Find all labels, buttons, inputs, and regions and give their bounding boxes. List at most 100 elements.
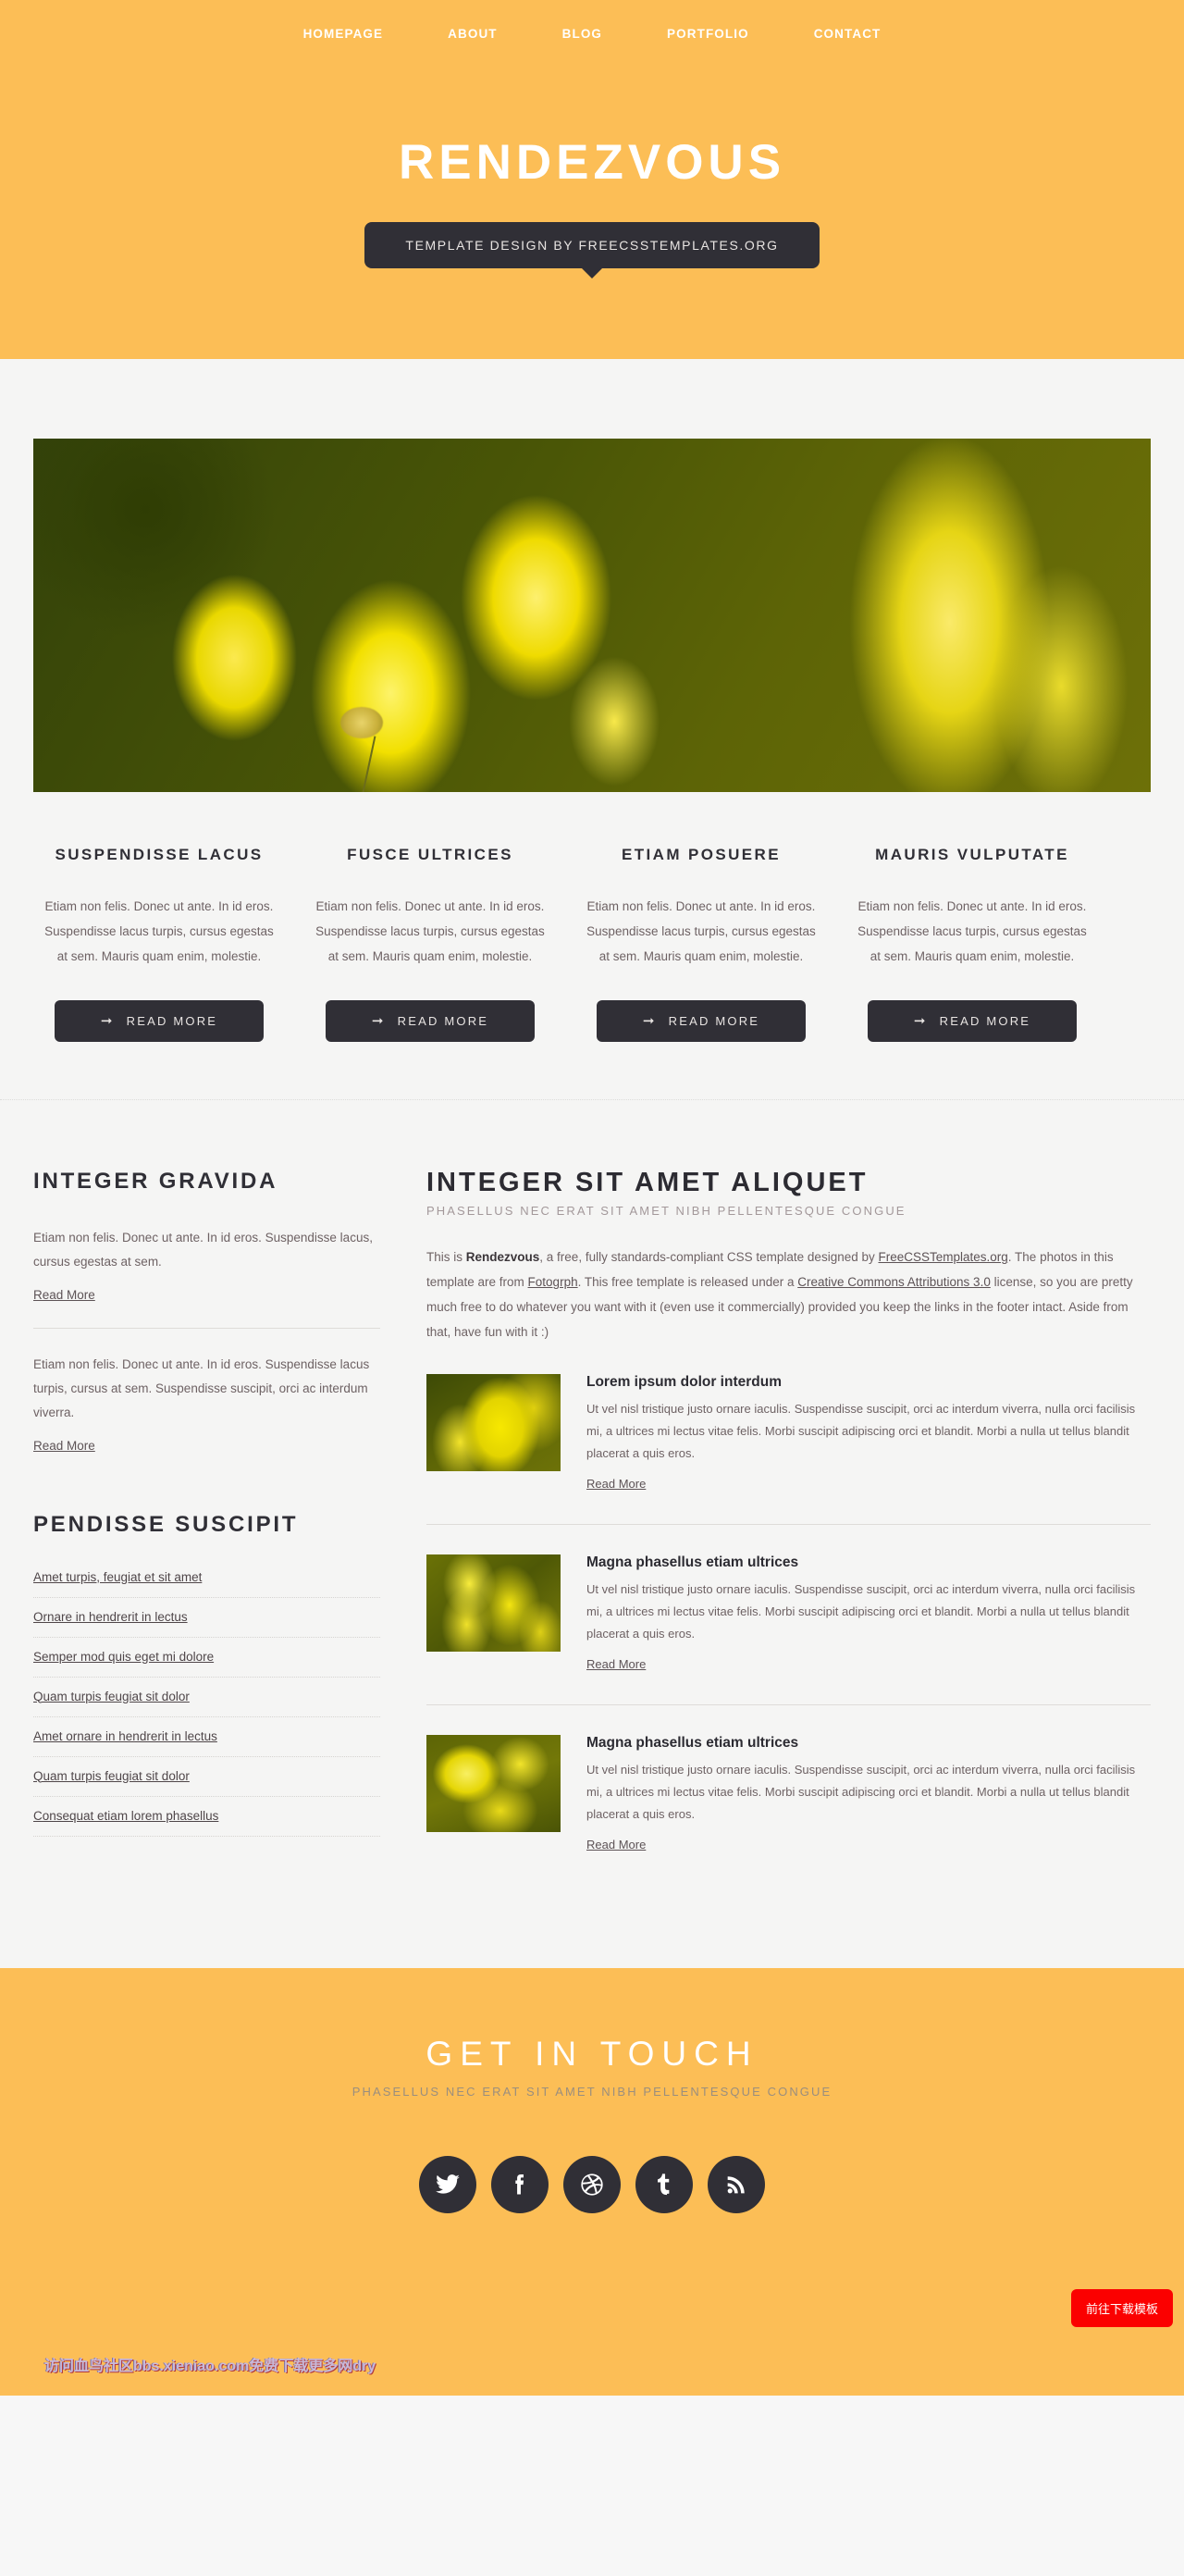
article-text: Ut vel nisl tristique justo ornare iacul… bbox=[586, 1582, 1136, 1641]
banner-image bbox=[33, 439, 1151, 792]
read-more-button[interactable]: ➞ READ MORE bbox=[326, 1000, 535, 1042]
nav-item-about[interactable]: ABOUT bbox=[448, 27, 498, 41]
feature-column-text: Etiam non felis. Donec ut ante. In id er… bbox=[315, 899, 545, 963]
article-text: Ut vel nisl tristique justo ornare iacul… bbox=[586, 1402, 1136, 1460]
social-link-tumblr[interactable] bbox=[635, 2156, 693, 2214]
list-item: Quam turpis feugiat sit dolor bbox=[33, 1678, 380, 1717]
site-logo[interactable]: RENDEZVOUS bbox=[0, 138, 1184, 187]
sidebar-gravida-title: INTEGER GRAVIDA bbox=[33, 1169, 278, 1194]
sidebar-block: Etiam non felis. Donec ut ante. In id er… bbox=[33, 1226, 380, 1304]
sidebar-block-text: Etiam non felis. Donec ut ante. In id er… bbox=[33, 1231, 373, 1269]
sidebar-list-section: PENDISSE SUSCIPIT Amet turpis, feugiat e… bbox=[33, 1512, 380, 1837]
main-wrap: INTEGER GRAVIDA Etiam non felis. Donec u… bbox=[33, 1169, 1151, 1885]
nav-item-blog[interactable]: BLOG bbox=[562, 27, 602, 41]
article-thumbnail-image bbox=[426, 1374, 561, 1472]
list-item: Ornare in hendrerit in lectus bbox=[33, 1598, 380, 1638]
article-thumbnail[interactable] bbox=[426, 1374, 561, 1472]
read-more-button[interactable]: ➞ READ MORE bbox=[597, 1000, 806, 1042]
sidebar-list-link[interactable]: Amet ornare in hendrerit in lectus bbox=[33, 1729, 217, 1743]
feature-column-title: SUSPENDISSE LACUS bbox=[55, 846, 264, 863]
fotogrph-link[interactable]: Fotogrph bbox=[528, 1275, 578, 1289]
article-item: Magna phasellus etiam ultrices Ut vel ni… bbox=[426, 1525, 1151, 1706]
article-title[interactable]: Lorem ipsum dolor interdum bbox=[586, 1374, 1151, 1391]
list-item: Quam turpis feugiat sit dolor bbox=[33, 1757, 380, 1797]
article-thumbnail[interactable] bbox=[426, 1554, 561, 1653]
article-text: Ut vel nisl tristique justo ornare iacul… bbox=[586, 1763, 1136, 1821]
social-link-facebook[interactable] bbox=[491, 2156, 549, 2214]
sidebar-list-link[interactable]: Semper mod quis eget mi dolore bbox=[33, 1650, 214, 1664]
social-links bbox=[0, 2156, 1184, 2214]
read-more-button[interactable]: ➞ READ MORE bbox=[55, 1000, 264, 1042]
read-more-button-label: READ MORE bbox=[397, 1014, 489, 1028]
sidebar-list-title: PENDISSE SUSCIPIT bbox=[33, 1511, 299, 1537]
sidebar: INTEGER GRAVIDA Etiam non felis. Donec u… bbox=[33, 1169, 380, 1885]
nav-item-portfolio[interactable]: PORTFOLIO bbox=[667, 27, 749, 41]
sidebar-list-link[interactable]: Ornare in hendrerit in lectus bbox=[33, 1610, 188, 1624]
tagline-container: TEMPLATE DESIGN BY FREECSSTEMPLATES.ORG bbox=[0, 222, 1184, 279]
article-body: Magna phasellus etiam ultrices Ut vel ni… bbox=[586, 1735, 1151, 1853]
feature-column-title: FUSCE ULTRICES bbox=[347, 846, 513, 863]
list-item: Amet turpis, feugiat et sit amet bbox=[33, 1569, 380, 1598]
freecsstemplates-link[interactable]: FreeCSSTemplates.org bbox=[878, 1250, 1007, 1264]
article-item: Lorem ipsum dolor interdum Ut vel nisl t… bbox=[426, 1344, 1151, 1526]
tagline-badge: TEMPLATE DESIGN BY FREECSSTEMPLATES.ORG bbox=[364, 222, 820, 279]
sidebar-list-link[interactable]: Quam turpis feugiat sit dolor bbox=[33, 1769, 190, 1783]
site-header: HOMEPAGE ABOUT BLOG PORTFOLIO CONTACT RE… bbox=[0, 0, 1184, 359]
article-title[interactable]: Magna phasellus etiam ultrices bbox=[586, 1735, 1151, 1752]
feature-column-button-wrap: ➞ READ MORE bbox=[575, 1000, 827, 1042]
sidebar-block: Etiam non felis. Donec ut ante. In id er… bbox=[33, 1353, 380, 1455]
feature-column-text: Etiam non felis. Donec ut ante. In id er… bbox=[44, 899, 274, 963]
social-link-twitter[interactable] bbox=[419, 2156, 476, 2214]
flower-photo bbox=[33, 439, 1151, 792]
sidebar-list-link[interactable]: Consequat etiam lorem phasellus bbox=[33, 1809, 218, 1823]
feature-columns: SUSPENDISSE LACUS Etiam non felis. Donec… bbox=[33, 846, 1151, 1042]
list-item: Amet ornare in hendrerit in lectus bbox=[33, 1717, 380, 1757]
arrow-right-icon: ➞ bbox=[642, 1013, 657, 1029]
arrow-right-icon: ➞ bbox=[913, 1013, 928, 1029]
feature-column-text: Etiam non felis. Donec ut ante. In id er… bbox=[857, 899, 1087, 963]
article-read-more-link[interactable]: Read More bbox=[586, 1838, 646, 1852]
arrow-right-icon: ➞ bbox=[371, 1013, 386, 1029]
sidebar-link-list: Amet turpis, feugiat et sit amet Ornare … bbox=[33, 1569, 380, 1837]
read-more-button[interactable]: ➞ READ MORE bbox=[868, 1000, 1077, 1042]
feature-column: SUSPENDISSE LACUS Etiam non felis. Donec… bbox=[33, 846, 285, 1042]
main-section: INTEGER GRAVIDA Etiam non felis. Donec u… bbox=[0, 1100, 1184, 1969]
article-item: Magna phasellus etiam ultrices Ut vel ni… bbox=[426, 1705, 1151, 1885]
feature-column-title: ETIAM POSUERE bbox=[622, 846, 781, 863]
watermark-text: 访问血鸟社区bbs.xieniao.com免费下载更多网dry bbox=[44, 2359, 376, 2375]
feature-columns-section: SUSPENDISSE LACUS Etiam non felis. Donec… bbox=[0, 792, 1184, 1100]
article-read-more-link[interactable]: Read More bbox=[586, 1477, 646, 1491]
sidebar-divider bbox=[33, 1327, 380, 1329]
read-more-button-label: READ MORE bbox=[939, 1014, 1031, 1028]
article-title[interactable]: Magna phasellus etiam ultrices bbox=[586, 1554, 1151, 1571]
article-thumbnail[interactable] bbox=[426, 1735, 561, 1833]
nav-item-contact[interactable]: CONTACT bbox=[814, 27, 882, 41]
feature-column-button-wrap: ➞ READ MORE bbox=[33, 1000, 285, 1042]
sidebar-block-text: Etiam non felis. Donec ut ante. In id er… bbox=[33, 1356, 370, 1420]
list-item: Consequat etiam lorem phasellus bbox=[33, 1797, 380, 1837]
twitter-icon bbox=[436, 2174, 460, 2194]
intro-text-2: , a free, fully standards-compliant CSS … bbox=[539, 1250, 879, 1265]
sidebar-list-link[interactable]: Quam turpis feugiat sit dolor bbox=[33, 1690, 190, 1703]
download-template-button[interactable]: 前往下载模板 bbox=[1070, 2289, 1173, 2328]
feature-column: FUSCE ULTRICES Etiam non felis. Donec ut… bbox=[304, 846, 556, 1042]
content-subtitle: PHASELLUS NEC ERAT SIT AMET NIBH PELLENT… bbox=[426, 1204, 906, 1219]
content-intro-paragraph: This is Rendezvous, a free, fully standa… bbox=[426, 1245, 1151, 1344]
content-title: INTEGER SIT AMET ALIQUET bbox=[426, 1168, 869, 1197]
article-read-more-link[interactable]: Read More bbox=[586, 1657, 646, 1671]
read-more-button-label: READ MORE bbox=[126, 1014, 218, 1028]
facebook-icon bbox=[515, 2174, 524, 2195]
dribbble-icon bbox=[581, 2174, 603, 2197]
sidebar-read-more-link[interactable]: Read More bbox=[33, 1288, 95, 1302]
social-link-rss[interactable] bbox=[708, 2156, 765, 2214]
social-link-dribbble[interactable] bbox=[563, 2156, 621, 2214]
sidebar-list-link[interactable]: Amet turpis, feugiat et sit amet bbox=[33, 1570, 202, 1584]
tumblr-icon bbox=[658, 2174, 670, 2196]
creative-commons-link[interactable]: Creative Commons Attributions 3.0 bbox=[797, 1275, 991, 1289]
sidebar-read-more-link[interactable]: Read More bbox=[33, 1439, 95, 1453]
nav-item-homepage[interactable]: HOMEPAGE bbox=[303, 27, 384, 41]
feature-column-button-wrap: ➞ READ MORE bbox=[846, 1000, 1098, 1042]
arrow-right-icon: ➞ bbox=[100, 1013, 115, 1029]
logo-container: RENDEZVOUS bbox=[0, 138, 1184, 187]
article-thumbnail-image bbox=[426, 1735, 561, 1833]
